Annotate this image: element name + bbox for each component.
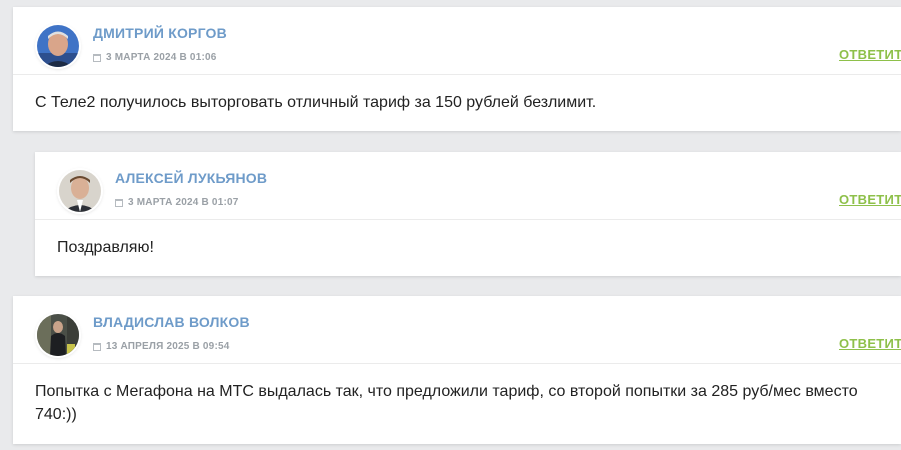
comment-header: АЛЕКСЕЙ ЛУКЬЯНОВ 3 МАРТА 2024 В 01:07 ОТ…	[35, 152, 901, 220]
comment-date-text: 3 МАРТА 2024 В 01:07	[128, 197, 239, 208]
comment-text: С Теле2 получилось выторговать отличный …	[35, 94, 597, 111]
calendar-icon	[93, 53, 101, 62]
comment-date: 3 МАРТА 2024 В 01:07	[115, 197, 239, 208]
comment-card: АЛЕКСЕЙ ЛУКЬЯНОВ 3 МАРТА 2024 В 01:07 ОТ…	[35, 152, 901, 276]
author-name[interactable]: АЛЕКСЕЙ ЛУКЬЯНОВ	[115, 170, 267, 186]
comment-date: 3 МАРТА 2024 В 01:06	[93, 52, 217, 63]
calendar-icon	[93, 342, 101, 351]
calendar-icon	[115, 198, 123, 207]
author-name[interactable]: ДМИТРИЙ КОРГОВ	[93, 25, 227, 41]
reply-link[interactable]: ОТВЕТИТЬ	[839, 47, 901, 62]
comment-date-text: 13 АПРЕЛЯ 2025 В 09:54	[106, 341, 230, 352]
avatar	[37, 25, 79, 67]
comment-date: 13 АПРЕЛЯ 2025 В 09:54	[93, 341, 230, 352]
comment-text: Попытка с Мегафона на МТС выдалась так, …	[35, 383, 858, 423]
reply-link[interactable]: ОТВЕТИТЬ	[839, 192, 901, 207]
comment-card: ВЛАДИСЛАВ ВОЛКОВ 13 АПРЕЛЯ 2025 В 09:54 …	[13, 296, 901, 444]
comment-header: ВЛАДИСЛАВ ВОЛКОВ 13 АПРЕЛЯ 2025 В 09:54 …	[13, 296, 901, 364]
avatar	[37, 314, 79, 356]
comment-card: ДМИТРИЙ КОРГОВ 3 МАРТА 2024 В 01:06 ОТВЕ…	[13, 7, 901, 131]
comment-text: Поздравляю!	[57, 239, 154, 256]
avatar	[59, 170, 101, 212]
reply-link[interactable]: ОТВЕТИТЬ	[839, 336, 901, 351]
comment-date-text: 3 МАРТА 2024 В 01:06	[106, 52, 217, 63]
author-name[interactable]: ВЛАДИСЛАВ ВОЛКОВ	[93, 314, 250, 330]
comment-header: ДМИТРИЙ КОРГОВ 3 МАРТА 2024 В 01:06 ОТВЕ…	[13, 7, 901, 75]
